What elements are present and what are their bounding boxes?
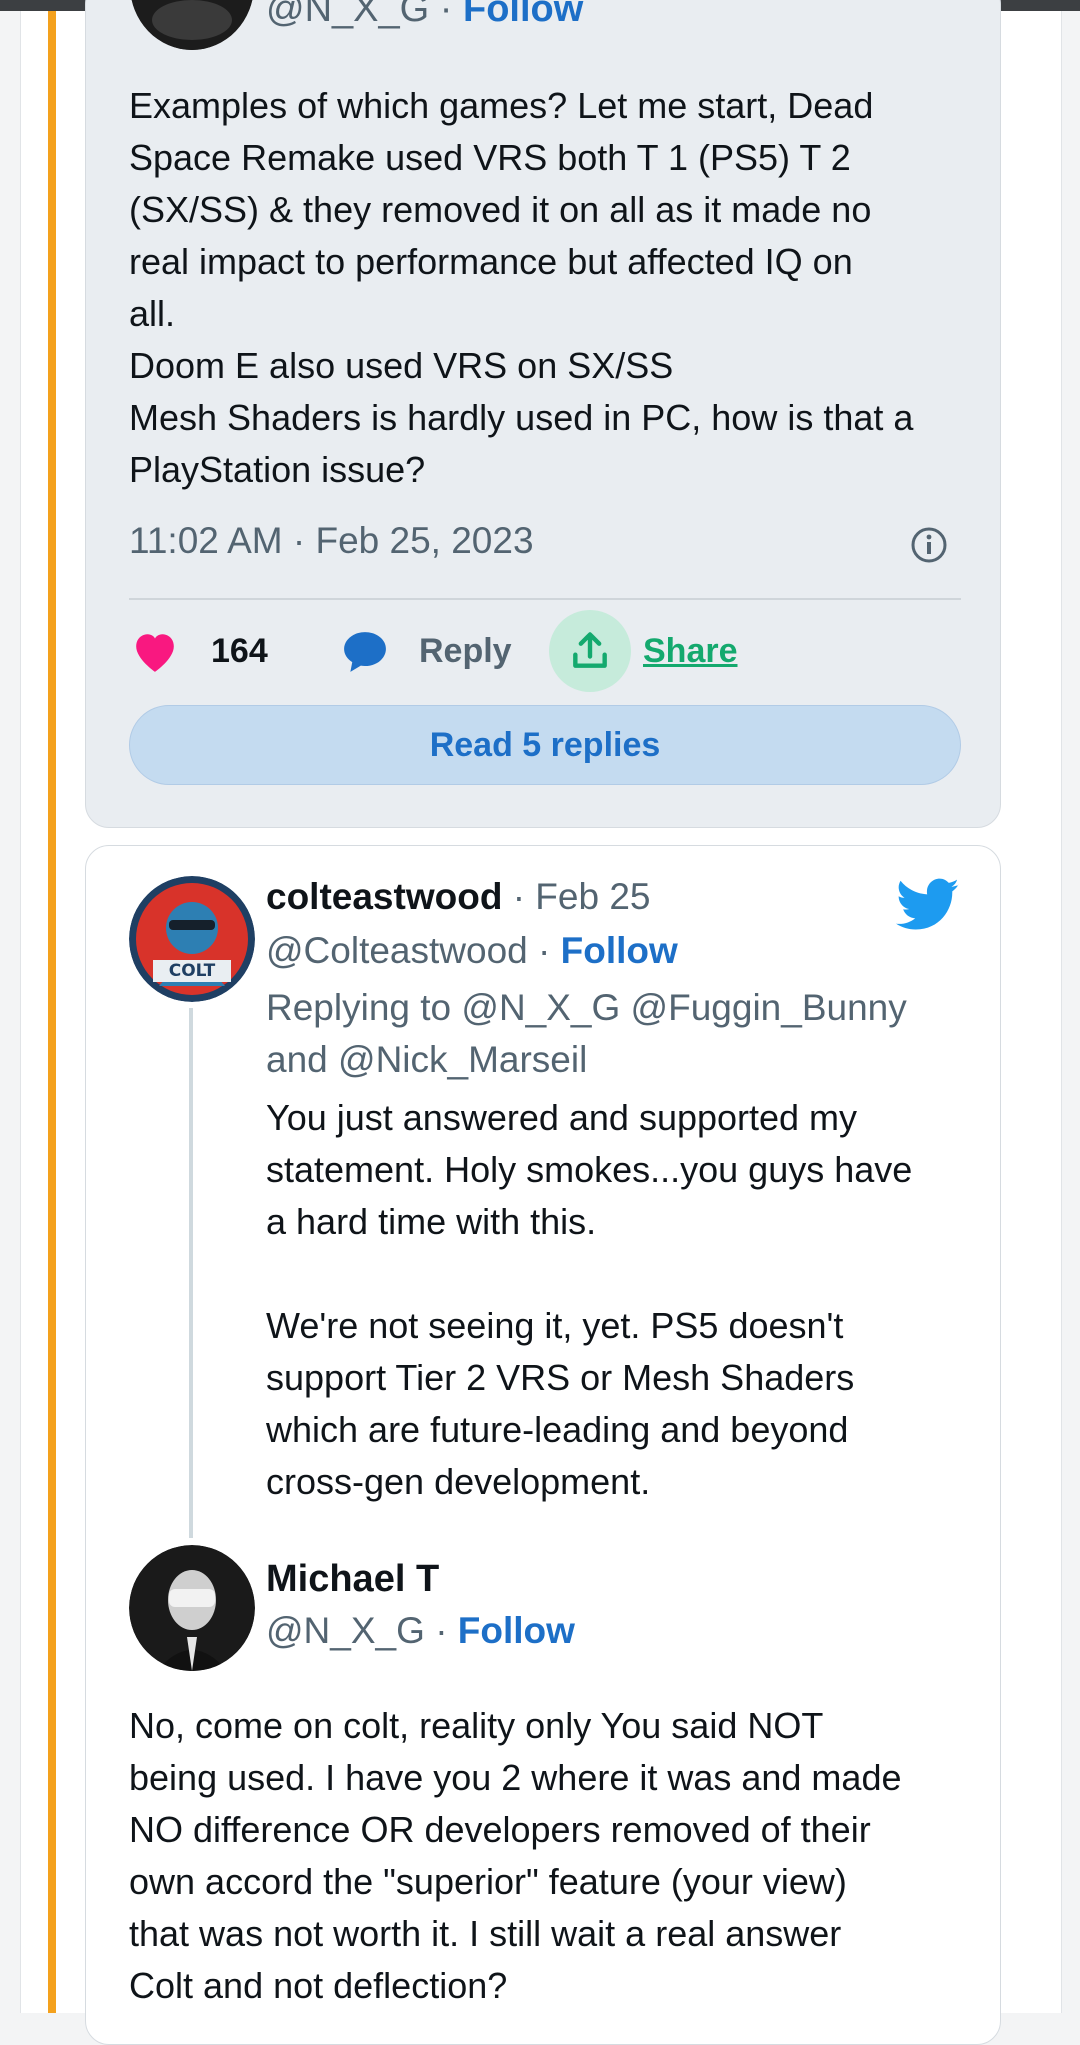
reply-label[interactable]: Reply	[419, 610, 512, 692]
author-name[interactable]: Michael T	[266, 1558, 439, 1601]
tweet-text: Examples of which games? Let me start, D…	[129, 85, 914, 490]
author-handle-line: @N_X_G · Follow	[266, 1610, 575, 1651]
share-label[interactable]: Share	[643, 610, 738, 692]
reply-button[interactable]	[339, 610, 391, 692]
read-replies-button[interactable]: Read 5 replies	[129, 705, 961, 785]
svg-text:COLT: COLT	[169, 961, 216, 981]
author-handle-line: @N_X_G · Follow	[266, 0, 583, 31]
reply-bubble-icon	[344, 632, 386, 672]
like-button[interactable]	[129, 610, 181, 692]
tweet-date[interactable]: · Feb 25	[513, 876, 651, 917]
thread-connector	[189, 1008, 193, 1538]
tweet-text: No, come on colt, reality only You said …	[129, 1705, 902, 2006]
share-button[interactable]	[549, 610, 631, 692]
replying-to[interactable]: Replying to @N_X_G @Fuggin_Bunny and @Ni…	[266, 982, 966, 1086]
like-count: 164	[211, 631, 268, 670]
author-handle[interactable]: @N_X_G	[266, 1610, 425, 1651]
divider	[129, 598, 961, 600]
avatar[interactable]: COLT	[129, 876, 255, 1002]
author-handle[interactable]: @Colteastwood	[266, 930, 528, 971]
author-line: colteastwood · Feb 25	[266, 876, 651, 918]
tweet-timestamp[interactable]: 11:02 AM · Feb 25, 2023	[129, 520, 534, 562]
twitter-bird-icon[interactable]	[896, 878, 960, 932]
info-icon[interactable]	[910, 526, 948, 564]
author-handle[interactable]: @N_X_G	[266, 0, 429, 30]
share-icon	[573, 632, 607, 668]
follow-button[interactable]: Follow	[463, 0, 583, 30]
avatar[interactable]	[129, 1545, 255, 1671]
follow-button[interactable]: Follow	[561, 930, 678, 971]
tweet-text: You just answered and supported my state…	[266, 1097, 913, 1502]
heart-icon	[136, 634, 174, 672]
thread-rail	[48, 11, 56, 2013]
author-handle-line: @Colteastwood · Follow	[266, 930, 678, 971]
author-name[interactable]: colteastwood	[266, 876, 502, 917]
follow-button[interactable]: Follow	[458, 1610, 575, 1651]
tweet-actions: 164 Reply Share	[129, 610, 969, 692]
